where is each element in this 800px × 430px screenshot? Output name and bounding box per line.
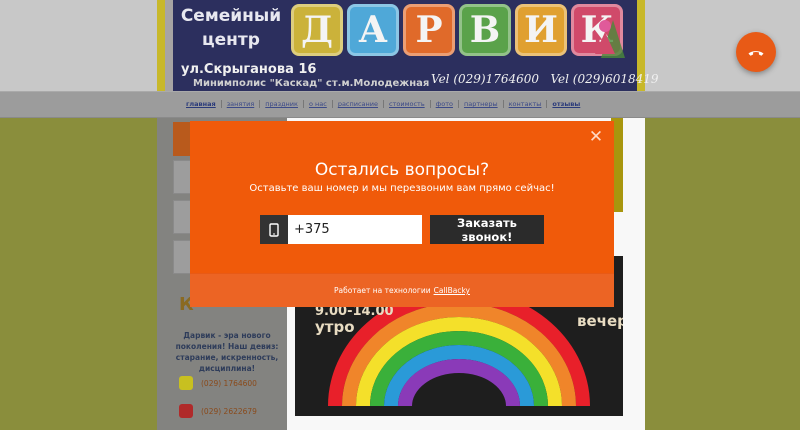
mobile-phone-icon: [260, 215, 288, 244]
modal-footer: Работает на технологии CallBacky: [190, 273, 614, 307]
callbacky-link[interactable]: CallBacky: [434, 286, 470, 295]
callback-modal: ✕ Остались вопросы? Оставьте ваш номер и…: [190, 121, 614, 307]
phone-input[interactable]: [288, 215, 422, 244]
request-call-button[interactable]: Заказать звонок!: [430, 215, 544, 244]
close-icon[interactable]: ✕: [588, 129, 604, 146]
footer-text: Работает на технологии: [334, 286, 431, 295]
modal-title: Остались вопросы?: [314, 160, 490, 180]
phone-field-group: [260, 215, 422, 244]
modal-subtitle: Оставьте ваш номер и мы перезвоним вам п…: [249, 183, 555, 194]
